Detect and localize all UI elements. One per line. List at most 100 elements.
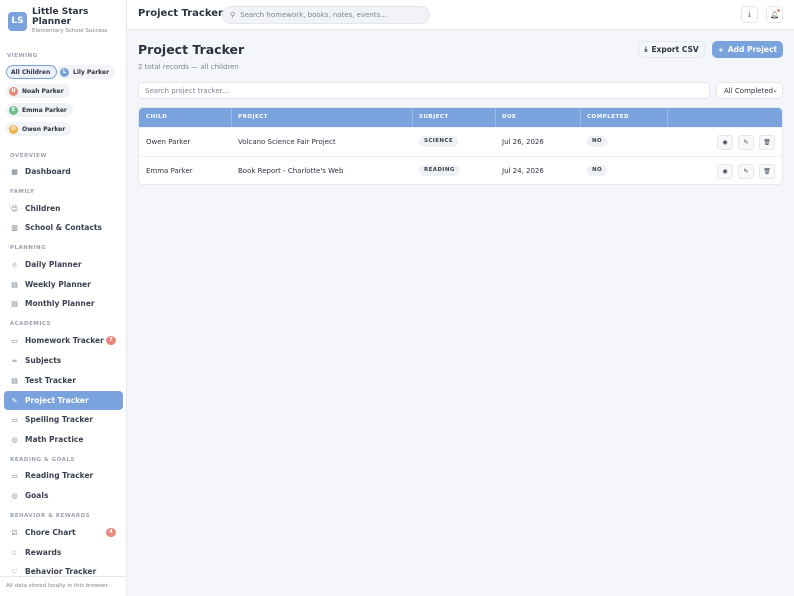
top-bar: Project Tracker ⚲ ⤓ 🔔︎ [127,0,794,30]
pencil-icon: ✎ [743,139,749,146]
sidebar-item-spelling-tracker[interactable]: ▭ Spelling Tracker [4,410,123,429]
delete-button[interactable]: 🗑︎ [759,135,775,150]
brand-tagline: Elementary School Success [32,28,108,34]
sidebar-item-label: Project Tracker [25,396,89,405]
project-search[interactable] [138,82,710,99]
calendar-icon: ▤ [11,299,18,308]
avatar: O [9,124,18,134]
global-search-input[interactable] [240,11,421,19]
sidebar-item-weekly-planner[interactable]: ▤ Weekly Planner [4,275,123,294]
project-table: CHILD PROJECT SUBJECT DUE COMPLETED Owen… [138,107,783,185]
nav-section-behavior-rewards: BEHAVIOR & REWARDS [10,513,91,519]
sidebar-item-label: Dashboard [25,167,71,176]
add-project-button[interactable]: + Add Project [712,41,783,58]
sidebar-item-label: Homework Tracker [25,336,104,345]
sidebar-item-label: Children [25,204,61,213]
sidebar-item-daily-planner[interactable]: ☼ Daily Planner [4,255,123,274]
brand[interactable]: LS Little Stars Planner Elementary Schoo… [8,7,126,38]
sidebar-item-label: Subjects [25,356,62,365]
child-filter-all[interactable]: All Children [6,65,58,79]
brand-name: Little Stars Planner [32,7,89,27]
page-title: Project Tracker [138,42,245,57]
nav-section-planning: PLANNING [10,245,47,251]
sidebar-item-label: Behavior Tracker [25,567,97,576]
ruler-icon: ═ [12,356,17,365]
notification-dot [777,9,780,12]
child-filter-label: Lily Parker [73,68,110,76]
sidebar-item-dashboard[interactable]: ▦ Dashboard [4,162,123,181]
sidebar-item-math-practice[interactable]: ◎ Math Practice [4,430,123,449]
sidebar-item-label: Rewards [25,548,62,557]
download-button[interactable]: ⤓ [741,6,758,23]
sidebar-item-project-tracker[interactable]: ✎ Project Tracker [4,391,123,410]
global-search[interactable]: ⚲ [222,6,430,24]
sidebar-item-children[interactable]: ☺ Children [4,199,123,218]
notifications-button[interactable]: 🔔︎ [766,6,783,23]
plus-icon: + [717,45,724,54]
grid-icon: ▦ [11,167,18,176]
sidebar-item-label: Reading Tracker [25,471,94,480]
viewing-label: VIEWING [7,53,38,59]
sidebar-item-label: Spelling Tracker [25,415,93,424]
completed-filter-select[interactable]: All Completed ⌄ [716,82,783,99]
completed-badge: NO [587,165,608,176]
brand-logo: LS [8,12,27,31]
sidebar-item-label: Math Practice [25,435,84,444]
sidebar-item-label: Weekly Planner [25,280,91,289]
column-header-subject[interactable]: SUBJECT [419,114,449,120]
edit-button[interactable]: ✎ [738,164,754,179]
sidebar-item-test-tracker[interactable]: ▤ Test Tracker [4,371,123,390]
page-subtitle: 2 total records — all children [138,63,239,71]
sidebar-item-school[interactable]: ▥ School & Contacts [4,218,123,237]
building-icon: ▥ [11,223,18,232]
sidebar-item-subjects[interactable]: ═ Subjects [4,351,123,370]
sidebar-item-label: Test Tracker [25,376,76,385]
completed-badge: NO [587,136,608,147]
column-divider [667,108,668,127]
sidebar: LS Little Stars Planner Elementary Schoo… [0,0,127,596]
cell-child: Owen Parker [146,138,191,146]
sidebar-item-reading-tracker[interactable]: ▭ Reading Tracker [4,466,123,485]
nav-section-academics: ACADEMICS [10,321,51,327]
book-icon: ▭ [11,336,18,345]
column-header-project[interactable]: PROJECT [238,114,268,120]
sidebar-item-rewards[interactable]: ☆ Rewards [4,543,123,562]
storage-note: All data stored locally in this browser. [6,583,109,589]
avatar: N [9,86,18,96]
sidebar-item-chore-chart[interactable]: ☑ Chore Chart 4 [4,523,123,542]
delete-button[interactable]: 🗑︎ [759,164,775,179]
export-csv-button[interactable]: ⤓ Export CSV [638,41,705,58]
star-icon: ☆ [11,548,18,557]
child-filter-owen[interactable]: O Owen Parker [6,122,72,136]
homework-count-badge: 7 [106,336,116,345]
table-row: Emma Parker Book Report - Charlotte's We… [139,156,782,184]
child-filter-emma[interactable]: E Emma Parker [6,103,73,117]
child-filter-lily[interactable]: L Lily Parker [57,65,116,79]
eye-icon: ◉ [722,139,728,146]
edit-button[interactable]: ✎ [738,135,754,150]
book-icon: ▭ [11,471,18,480]
cell-project: Volcano Science Fair Project [238,138,336,146]
download-icon: ⤓ [747,10,752,18]
cell-due: Jul 26, 2026 [502,138,544,146]
target-icon: ◎ [11,435,18,444]
column-header-completed[interactable]: COMPLETED [587,114,629,120]
project-search-input[interactable] [145,86,685,95]
child-filter-label: Noah Parker [22,87,64,95]
trash-icon: 🗑︎ [763,168,771,175]
sidebar-item-label: Chore Chart [25,528,76,537]
view-button[interactable]: ◉ [717,135,733,150]
sidebar-item-monthly-planner[interactable]: ▤ Monthly Planner [4,294,123,313]
cell-project: Book Report - Charlotte's Web [238,167,344,175]
view-button[interactable]: ◉ [717,164,733,179]
sidebar-item-label: School & Contacts [25,223,102,232]
table-row: Owen Parker Volcano Science Fair Project… [139,127,782,156]
column-header-due[interactable]: DUE [502,114,516,120]
nav-section-overview: OVERVIEW [10,153,47,159]
column-header-child[interactable]: CHILD [146,114,167,120]
sidebar-item-homework-tracker[interactable]: ▭ Homework Tracker 7 [4,331,123,350]
add-project-label: Add Project [727,45,778,54]
child-filter-noah[interactable]: N Noah Parker [6,84,70,98]
pencil-icon: ✎ [743,168,749,175]
sidebar-item-goals[interactable]: ◎ Goals [4,486,123,505]
